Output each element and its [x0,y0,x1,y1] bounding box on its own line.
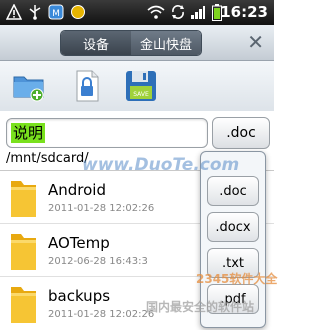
watermark-brand: 2345软件大全 [196,272,278,286]
option-doc[interactable]: .doc [207,176,259,206]
signal-icon [190,4,206,20]
svg-text:M: M [52,9,60,19]
file-date: 2012-06-28 16:43:3 [48,256,148,267]
toolbar: SAVE [0,61,274,111]
coin-icon [70,4,86,20]
extension-button[interactable]: .doc [212,117,270,149]
folder-icon [11,287,36,323]
watermark-slogan: 国内最安全的软件站 [146,300,255,314]
file-name: AOTemp [48,234,110,252]
source-tabs: 设备 金山快盘 [60,30,202,56]
option-docx[interactable]: .docx [207,212,259,242]
tab-bar: 设备 金山快盘 ✕ [0,25,274,61]
lock-file-icon[interactable] [70,69,104,103]
filename-input[interactable]: 说明 [6,118,208,148]
sync-icon [170,4,186,20]
tab-kuaipan[interactable]: 金山快盘 [131,31,201,55]
warning-icon [6,4,22,20]
folder-icon [11,234,36,270]
current-path: /mnt/sdcard/ [6,151,89,166]
file-name: Android [48,181,106,199]
file-date: 2011-01-28 12:02:26 [48,203,155,214]
svg-text:SAVE: SAVE [133,91,149,98]
filename-value: 说明 [11,123,46,143]
app-icon: M [48,4,64,20]
file-date: 2011-01-28 12:02:26 [48,309,155,320]
new-folder-icon[interactable] [12,69,46,103]
status-time: 16:23 [220,3,268,21]
close-icon[interactable]: ✕ [247,30,264,54]
folder-icon [11,181,36,217]
save-icon[interactable]: SAVE [124,69,158,103]
wifi-icon [147,4,165,20]
status-bar: M 16:23 [0,0,274,25]
file-name: backups [48,287,111,305]
usb-icon [28,4,42,20]
watermark-site: www.DuoTe.com [82,155,240,175]
tab-device[interactable]: 设备 [61,31,131,55]
